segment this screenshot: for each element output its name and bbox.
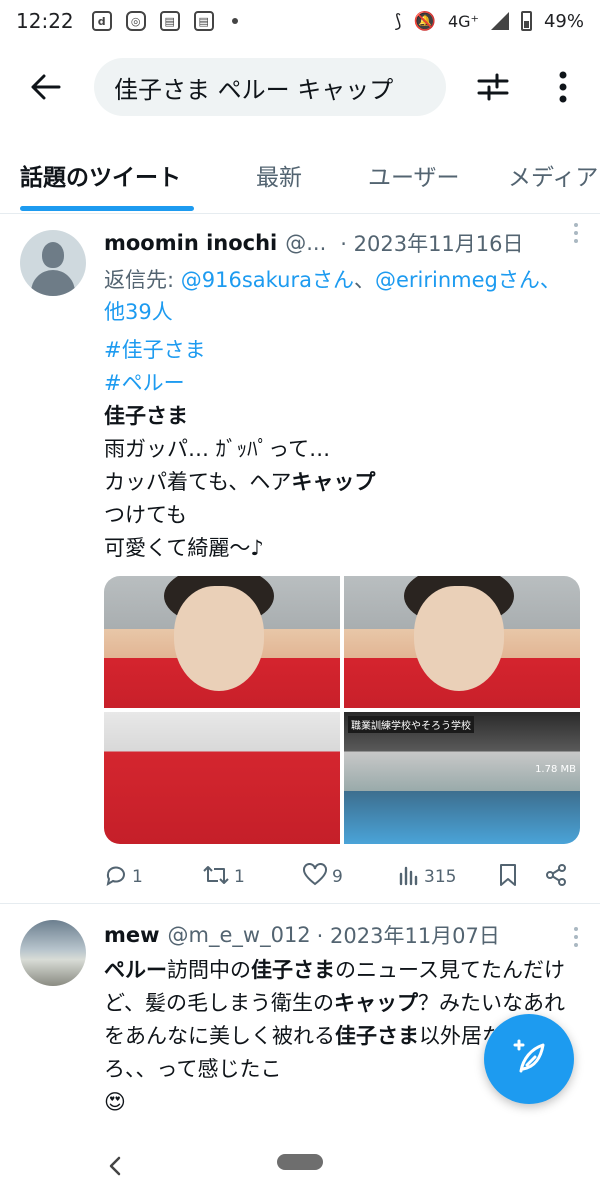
- tweet-date[interactable]: · 2023年11月16日: [340, 228, 523, 258]
- filter-icon[interactable]: [468, 62, 518, 112]
- reply-prefix: 返信先:: [104, 268, 181, 292]
- hashtag-link[interactable]: #ペルー: [104, 367, 584, 400]
- nav-back-icon[interactable]: [100, 1146, 130, 1186]
- news-icon: ▤: [193, 11, 214, 31]
- retweet-icon: [202, 863, 230, 892]
- share-button[interactable]: [544, 862, 568, 892]
- nfc-icon: ⟆: [394, 10, 402, 32]
- retweet-count: 1: [234, 867, 245, 887]
- tweet-text: #佳子さま #ペルー 佳子さま 雨ガッパ… ｶﾞｯﾊﾟって… カッパ着ても、ヘアキャ…: [104, 334, 584, 565]
- search-input[interactable]: 佳子さま ペルー キャップ: [94, 58, 446, 116]
- reply-separator: 、: [354, 268, 375, 292]
- like-count: 9: [332, 867, 343, 887]
- news-icon: ▤: [159, 11, 180, 31]
- compose-feather-icon: [509, 1037, 549, 1081]
- network-type: 4G⁺: [447, 11, 479, 31]
- status-bar: 12:22 d ◎ ▤ ▤ ⟆ 🔕 4G⁺ 49%: [0, 0, 600, 42]
- highlight-term: 佳子さま: [104, 404, 188, 428]
- share-icon: [544, 863, 568, 892]
- highlight-term: キャップ: [291, 470, 376, 494]
- search-tabs: 話題のツイート 最新 ユーザー メディア: [0, 142, 600, 214]
- docomo-icon: d: [91, 11, 112, 31]
- views-icon: [398, 864, 420, 891]
- avatar[interactable]: [20, 920, 86, 986]
- battery-icon: [520, 11, 532, 31]
- tweet[interactable]: moomin inochi @... · 2023年11月16日 返信先: @9…: [0, 214, 600, 904]
- reply-user-link[interactable]: @eririnmegさん: [375, 268, 540, 292]
- tweet-text-segment: 訪問中の: [167, 958, 251, 982]
- tweet-more-icon[interactable]: [564, 922, 588, 952]
- highlight-term: キャップ: [333, 991, 418, 1015]
- search-top-bar: 佳子さま ペルー キャップ: [0, 54, 600, 120]
- compose-tweet-button[interactable]: [484, 1014, 574, 1104]
- signal-icon: [490, 12, 509, 30]
- tweet-author-name[interactable]: mew: [104, 923, 160, 947]
- status-time: 12:22: [16, 9, 74, 33]
- heart-icon: [302, 862, 328, 892]
- media-photo[interactable]: [344, 576, 580, 708]
- media-photo[interactable]: 職業訓練学校やそろう学校 1.78 MB: [344, 712, 580, 844]
- highlight-term: 佳子さま: [335, 1024, 419, 1048]
- like-button[interactable]: 9: [302, 862, 343, 892]
- tab-top[interactable]: 話題のツイート: [20, 158, 181, 192]
- more-vertical-icon[interactable]: [540, 62, 586, 112]
- reply-icon: [104, 863, 128, 892]
- highlight-term: 佳子さま: [251, 958, 335, 982]
- reply-user-link[interactable]: @916sakuraさん: [181, 268, 354, 292]
- tab-media[interactable]: メディア: [508, 158, 598, 192]
- instagram-icon: ◎: [125, 11, 146, 31]
- tab-latest[interactable]: 最新: [256, 158, 302, 192]
- back-arrow-icon[interactable]: [16, 57, 76, 117]
- tweet-actions: 1 1 9 315: [104, 862, 574, 892]
- hashtag-link[interactable]: #佳子さま: [104, 334, 584, 367]
- avatar[interactable]: [20, 230, 86, 296]
- tv-caption: 1.78 MB: [535, 764, 576, 775]
- tweet-author-handle[interactable]: @...: [285, 231, 326, 255]
- mute-icon: 🔕: [413, 10, 436, 32]
- nav-home-pill[interactable]: [277, 1154, 323, 1170]
- reply-button[interactable]: 1: [104, 862, 143, 892]
- tweet-text-segment: つけても 可愛くて綺麗～♪: [104, 503, 264, 560]
- reply-to-line: 返信先: @916sakuraさん、@eririnmegさん、他39人: [104, 264, 574, 328]
- tweet-author-name[interactable]: moomin inochi: [104, 231, 277, 255]
- bookmark-button[interactable]: [498, 862, 518, 892]
- retweet-button[interactable]: 1: [202, 862, 245, 892]
- tab-people[interactable]: ユーザー: [368, 158, 460, 192]
- views-button[interactable]: 315: [398, 862, 456, 892]
- tab-active-indicator: [20, 206, 194, 211]
- tweet-date[interactable]: · 2023年11月07日: [317, 920, 500, 950]
- dot-icon: [231, 18, 238, 24]
- emoji: 😍: [104, 1090, 126, 1114]
- tv-caption: 職業訓練学校やそろう学校: [348, 716, 474, 733]
- tweet-author-handle[interactable]: @m_e_w_012: [168, 923, 311, 947]
- tweet-more-icon[interactable]: [564, 218, 588, 248]
- battery-percent: 49%: [543, 10, 584, 32]
- media-photo[interactable]: [104, 712, 340, 844]
- views-count: 315: [424, 867, 457, 887]
- reply-count: 1: [132, 867, 143, 887]
- system-nav-bar: [0, 1134, 600, 1200]
- media-photo[interactable]: [104, 576, 340, 708]
- tweet-media-grid[interactable]: 職業訓練学校やそろう学校 1.78 MB: [104, 576, 580, 844]
- bookmark-icon: [498, 863, 518, 892]
- highlight-term: ペルー: [104, 958, 167, 982]
